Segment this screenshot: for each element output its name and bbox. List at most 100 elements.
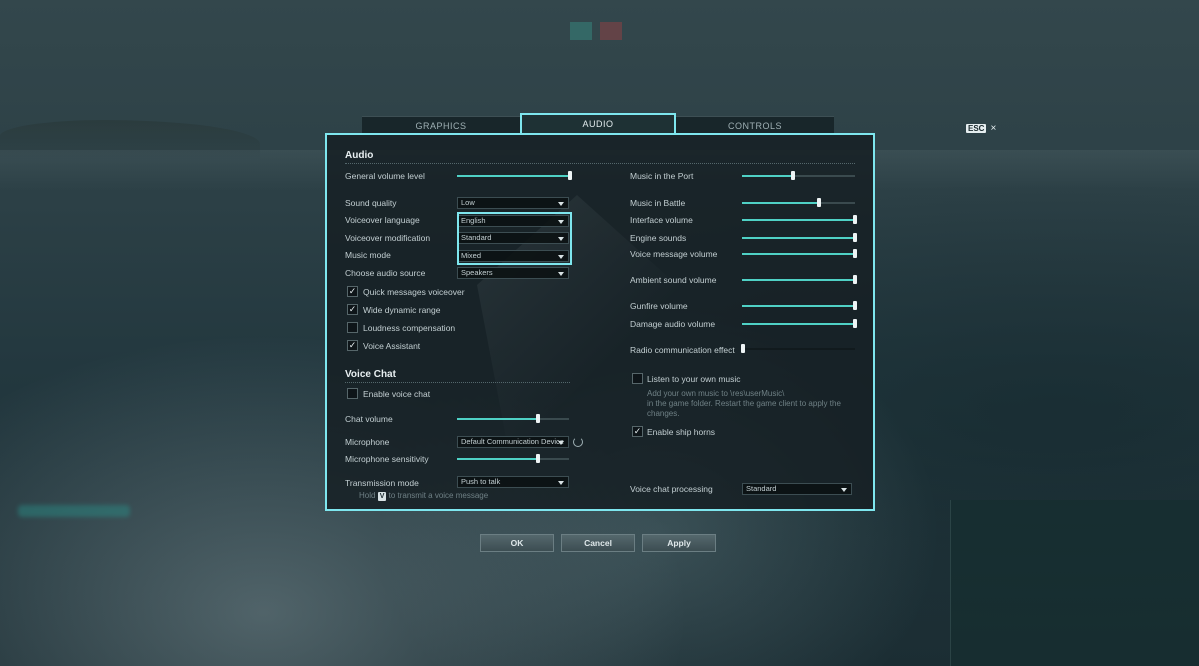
slider-fill — [457, 175, 570, 177]
section-divider — [345, 163, 855, 164]
mic-sensitivity-slider[interactable] — [457, 454, 569, 463]
slider-thumb[interactable] — [853, 249, 857, 258]
slider-thumb[interactable] — [853, 215, 857, 224]
interface-volume-label: Interface volume — [630, 215, 693, 225]
v-key-badge: V — [377, 492, 387, 501]
transmission-hint: Hold V to transmit a voice message — [359, 491, 488, 501]
slider-fill — [742, 202, 819, 204]
audio-source-dropdown[interactable]: Speakers — [457, 267, 569, 279]
close-settings[interactable]: ESC × — [966, 123, 996, 134]
loudness-compensation-label: Loudness compensation — [363, 323, 456, 333]
slider-thumb[interactable] — [853, 319, 857, 328]
hint-line: changes. — [647, 409, 680, 418]
engine-sounds-slider[interactable] — [742, 233, 857, 242]
slider-thumb[interactable] — [853, 301, 857, 310]
ambient-sound-slider[interactable] — [742, 275, 857, 284]
background-hud — [570, 22, 630, 44]
voice-message-volume-slider[interactable] — [742, 249, 857, 258]
background-shore — [0, 120, 260, 160]
wide-dynamic-range-checkbox[interactable]: ✓ — [347, 304, 358, 315]
settings-tabs: GRAPHICS CONTROLS AUDIO — [362, 113, 834, 135]
mic-sensitivity-label: Microphone sensitivity — [345, 454, 429, 464]
sound-quality-dropdown[interactable]: Low — [457, 197, 569, 209]
ship-horns-label: Enable ship horns — [647, 427, 716, 437]
slider-thumb[interactable] — [790, 171, 795, 180]
chat-volume-slider[interactable] — [457, 414, 569, 423]
voice-processing-label: Voice chat processing — [630, 484, 713, 494]
general-volume-slider[interactable] — [457, 171, 572, 180]
refresh-icon[interactable] — [573, 437, 583, 447]
slider-thumb[interactable] — [567, 171, 572, 180]
loudness-compensation-checkbox[interactable] — [347, 322, 358, 333]
chevron-down-icon — [558, 481, 564, 485]
listen-own-music-label: Listen to your own music — [647, 374, 741, 384]
slider-fill — [742, 219, 855, 221]
ok-button[interactable]: OK — [480, 534, 554, 552]
ship-horns-checkbox[interactable]: ✓ — [632, 426, 643, 437]
general-volume-label: General volume level — [345, 171, 425, 181]
dropdown-value: Push to talk — [461, 477, 501, 486]
slider-thumb[interactable] — [853, 275, 857, 284]
section-divider — [345, 382, 570, 383]
quick-messages-label: Quick messages voiceover — [363, 287, 465, 297]
slider-fill — [742, 253, 855, 255]
background-ship — [18, 505, 130, 517]
cancel-button[interactable]: Cancel — [561, 534, 635, 552]
radio-effect-label: Radio communication effect — [630, 345, 735, 355]
dropdown-value: Low — [461, 198, 475, 207]
gunfire-volume-slider[interactable] — [742, 301, 857, 310]
hint-rest: to transmit a voice message — [388, 491, 489, 500]
chevron-down-icon — [558, 441, 564, 445]
enable-voice-chat-label: Enable voice chat — [363, 389, 431, 399]
voice-processing-dropdown[interactable]: Standard — [742, 483, 852, 495]
engine-sounds-label: Engine sounds — [630, 233, 687, 243]
voiceover-language-label: Voiceover language — [345, 215, 420, 225]
slider-fill — [742, 305, 855, 307]
slider-thumb[interactable] — [535, 454, 540, 463]
chevron-down-icon — [558, 272, 564, 276]
transmission-mode-dropdown[interactable]: Push to talk — [457, 476, 569, 488]
music-port-slider[interactable] — [742, 171, 855, 180]
chevron-down-icon — [841, 488, 847, 492]
chevron-down-icon — [558, 202, 564, 206]
damage-audio-slider[interactable] — [742, 319, 857, 328]
chat-volume-label: Chat volume — [345, 414, 393, 424]
hint-line: in the game folder. Restart the game cli… — [647, 399, 841, 408]
slider-fill — [742, 237, 855, 239]
music-port-label: Music in the Port — [630, 171, 694, 181]
slider-thumb[interactable] — [816, 198, 821, 207]
slider-track — [742, 348, 855, 350]
microphone-label: Microphone — [345, 437, 390, 447]
slider-thumb[interactable] — [741, 344, 746, 353]
music-battle-slider[interactable] — [742, 198, 855, 207]
slider-fill — [742, 323, 855, 325]
slider-thumb[interactable] — [853, 233, 857, 242]
damage-audio-label: Damage audio volume — [630, 319, 716, 329]
voiceover-modification-label: Voiceover modification — [345, 233, 431, 243]
slider-fill — [742, 279, 855, 281]
wide-dynamic-range-label: Wide dynamic range — [363, 305, 441, 315]
dropdown-value: Standard — [746, 484, 777, 493]
microphone-dropdown[interactable]: Default Communication Device — [457, 436, 569, 448]
tab-audio[interactable]: AUDIO — [520, 113, 676, 133]
apply-button[interactable]: Apply — [642, 534, 716, 552]
enable-voice-chat-checkbox[interactable] — [347, 388, 358, 399]
slider-thumb[interactable] — [535, 414, 540, 423]
slider-fill — [457, 458, 538, 460]
music-battle-label: Music in Battle — [630, 198, 686, 208]
radio-effect-slider[interactable] — [741, 344, 855, 353]
music-mode-label: Music mode — [345, 250, 391, 260]
section-title-audio: Audio — [345, 150, 374, 161]
background-minimap — [950, 500, 1199, 666]
quick-messages-checkbox[interactable]: ✓ — [347, 286, 358, 297]
voice-assistant-checkbox[interactable]: ✓ — [347, 340, 358, 351]
listen-own-music-checkbox[interactable] — [632, 373, 643, 384]
esc-key-badge: ESC — [966, 124, 987, 133]
close-icon[interactable]: × — [990, 123, 996, 134]
interface-volume-slider[interactable] — [742, 215, 857, 224]
transmission-mode-label: Transmission mode — [345, 478, 419, 488]
audio-settings-panel: Audio General volume level Sound quality… — [325, 133, 875, 511]
highlight-frame — [457, 212, 572, 265]
dropdown-value: Speakers — [461, 268, 493, 277]
dropdown-value: Default Communication Device — [461, 437, 564, 446]
